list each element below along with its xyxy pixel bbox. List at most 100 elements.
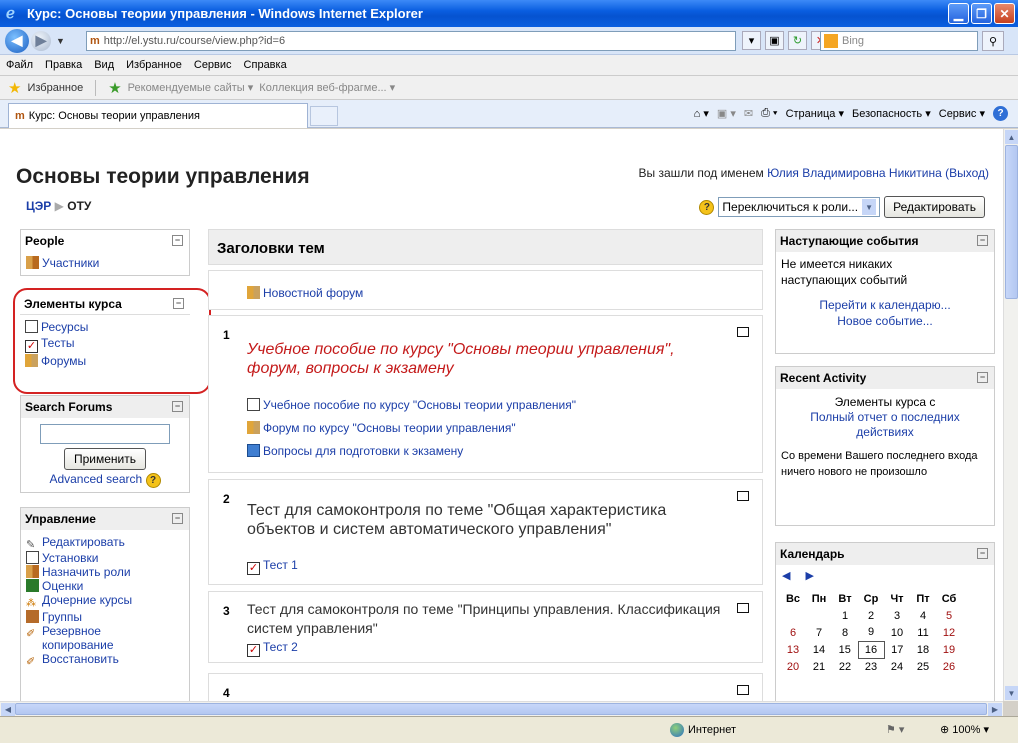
admin-child-courses-link[interactable]: Дочерние курсы [42, 593, 132, 607]
calendar-day[interactable]: 5 [936, 607, 962, 624]
collapse-icon[interactable]: − [977, 548, 988, 559]
goto-calendar-link[interactable]: Перейти к календарю... [819, 298, 950, 312]
participants-link[interactable]: Участники [42, 256, 99, 270]
calendar-day[interactable]: 4 [910, 607, 936, 624]
scroll-thumb[interactable] [15, 703, 987, 715]
maximize-button[interactable]: ❐ [971, 3, 992, 24]
news-forum-link[interactable]: Новостной форум [263, 286, 363, 300]
add-favorite-icon[interactable]: ★ [108, 79, 121, 97]
full-report-link[interactable]: Полный отчет о последних действиях [810, 410, 960, 439]
advanced-search-link[interactable]: Advanced search [49, 472, 142, 486]
prev-month-icon[interactable]: ◀ [782, 570, 790, 582]
refresh-icon[interactable]: ↻ [788, 31, 807, 50]
admin-groups-link[interactable]: Группы [42, 610, 82, 624]
search-input[interactable]: Bing [820, 31, 978, 51]
calendar-day[interactable]: 22 [832, 658, 858, 675]
calendar-day[interactable]: 1 [832, 607, 858, 624]
calendar-day[interactable]: 10 [884, 624, 910, 641]
collapse-icon[interactable]: − [172, 513, 183, 524]
mail-icon[interactable]: ✉ [744, 107, 753, 120]
calendar-day[interactable]: 14 [806, 641, 832, 658]
collapse-icon[interactable]: − [977, 235, 988, 246]
course-forum-link[interactable]: Форум по курсу "Основы теории управления… [263, 421, 516, 435]
page-menu[interactable]: Страница ▾ [786, 107, 844, 120]
highlight-toggle-icon[interactable] [737, 603, 749, 613]
menu-file[interactable]: Файл [6, 59, 33, 71]
admin-edit-link[interactable]: Редактировать [42, 535, 125, 549]
admin-settings-link[interactable]: Установки [42, 551, 98, 565]
apply-button[interactable]: Применить [64, 448, 146, 470]
collapse-icon[interactable]: − [172, 235, 183, 246]
calendar-day[interactable]: 15 [832, 641, 858, 658]
calendar-day[interactable]: 13 [780, 641, 806, 658]
favorites-button[interactable]: Избранное [27, 82, 83, 94]
calendar-day[interactable]: 7 [806, 624, 832, 641]
calendar-day[interactable]: 11 [910, 624, 936, 641]
menu-favorites[interactable]: Избранное [126, 59, 182, 71]
calendar-day[interactable]: 23 [858, 658, 884, 675]
highlight-toggle-icon[interactable] [737, 685, 749, 695]
calendar-day[interactable]: 6 [780, 624, 806, 641]
menu-tools[interactable]: Сервис [194, 59, 232, 71]
edit-button[interactable]: Редактировать [884, 196, 985, 218]
calendar-day[interactable]: 2 [858, 607, 884, 624]
tools-menu[interactable]: Сервис ▾ [939, 107, 985, 120]
safety-menu[interactable]: Безопасность ▾ [852, 107, 931, 120]
address-dropdown-icon[interactable]: ▾ [742, 31, 761, 50]
scroll-up-icon[interactable]: ▲ [1005, 130, 1018, 144]
admin-backup-link[interactable]: Резервное копирование [42, 624, 142, 652]
favorites-star-icon[interactable]: ★ [8, 79, 21, 97]
print-icon[interactable]: ⎙ ▾ [761, 107, 777, 120]
test-2-link[interactable]: Тест 2 [263, 640, 298, 654]
admin-restore-link[interactable]: Восстановить [42, 652, 119, 666]
menu-edit[interactable]: Правка [45, 59, 82, 71]
calendar-day[interactable]: 18 [910, 641, 936, 658]
textbook-link[interactable]: Учебное пособие по курсу "Основы теории … [263, 398, 576, 412]
user-link[interactable]: Юлия Владимировна Никитина [767, 166, 942, 180]
search-button[interactable]: ⚲ [982, 31, 1004, 51]
help-question-icon[interactable]: ? [145, 473, 161, 488]
calendar-day[interactable]: 3 [884, 607, 910, 624]
tab-course[interactable]: m Курс: Основы теории управления [8, 103, 308, 128]
calendar-day[interactable]: 26 [936, 658, 962, 675]
minimize-button[interactable]: ▁ [948, 3, 969, 24]
scroll-down-icon[interactable]: ▼ [1005, 686, 1018, 700]
logout-link[interactable]: (Выход) [945, 166, 989, 180]
new-tab-button[interactable] [310, 106, 338, 126]
highlight-toggle-icon[interactable] [737, 327, 749, 337]
help-question-icon[interactable]: ? [699, 199, 715, 215]
admin-roles-link[interactable]: Назначить роли [42, 565, 131, 579]
exam-questions-link[interactable]: Вопросы для подготовки к экзамену [263, 444, 463, 458]
highlight-toggle-icon[interactable] [737, 491, 749, 501]
favorites-link-slices[interactable]: Коллекция веб-фрагме... ▾ [259, 81, 395, 94]
feeds-icon[interactable]: ▣ ▾ [717, 107, 736, 120]
menu-help[interactable]: Справка [244, 59, 287, 71]
calendar-day[interactable]: 17 [884, 641, 910, 658]
compatibility-icon[interactable]: ▣ [765, 31, 784, 50]
calendar-day[interactable]: 20 [780, 658, 806, 675]
home-icon[interactable]: ⌂ ▾ [694, 107, 709, 120]
close-button[interactable]: ✕ [994, 3, 1015, 24]
admin-grades-link[interactable]: Оценки [42, 579, 83, 593]
calendar-today[interactable]: 16 [857, 640, 885, 659]
test-1-link[interactable]: Тест 1 [263, 558, 298, 572]
search-forums-input[interactable] [40, 424, 170, 444]
calendar-day[interactable]: 25 [910, 658, 936, 675]
next-month-icon[interactable]: ▶ [806, 570, 814, 582]
calendar-day[interactable]: 21 [806, 658, 832, 675]
calendar-day[interactable]: 8 [832, 624, 858, 641]
scroll-right-icon[interactable]: ▶ [988, 703, 1002, 716]
forward-button[interactable]: ▶ [31, 30, 51, 51]
calendar-day[interactable]: 24 [884, 658, 910, 675]
protected-mode-icon[interactable]: ⚑ ▾ [886, 723, 904, 736]
breadcrumb-home[interactable]: ЦЭР [26, 199, 51, 213]
history-dropdown-icon[interactable]: ▼ [56, 36, 65, 46]
new-event-link[interactable]: Новое событие... [837, 314, 932, 328]
calendar-day[interactable]: 9 [858, 624, 884, 641]
help-icon[interactable]: ? [993, 106, 1008, 121]
horizontal-scrollbar[interactable]: ◀ ▶ [0, 701, 1003, 716]
scroll-thumb[interactable] [1005, 145, 1018, 299]
scroll-left-icon[interactable]: ◀ [1, 703, 15, 716]
zoom-level[interactable]: ⊕ 100% ▾ [940, 723, 989, 736]
back-button[interactable]: ◀ [5, 28, 29, 53]
